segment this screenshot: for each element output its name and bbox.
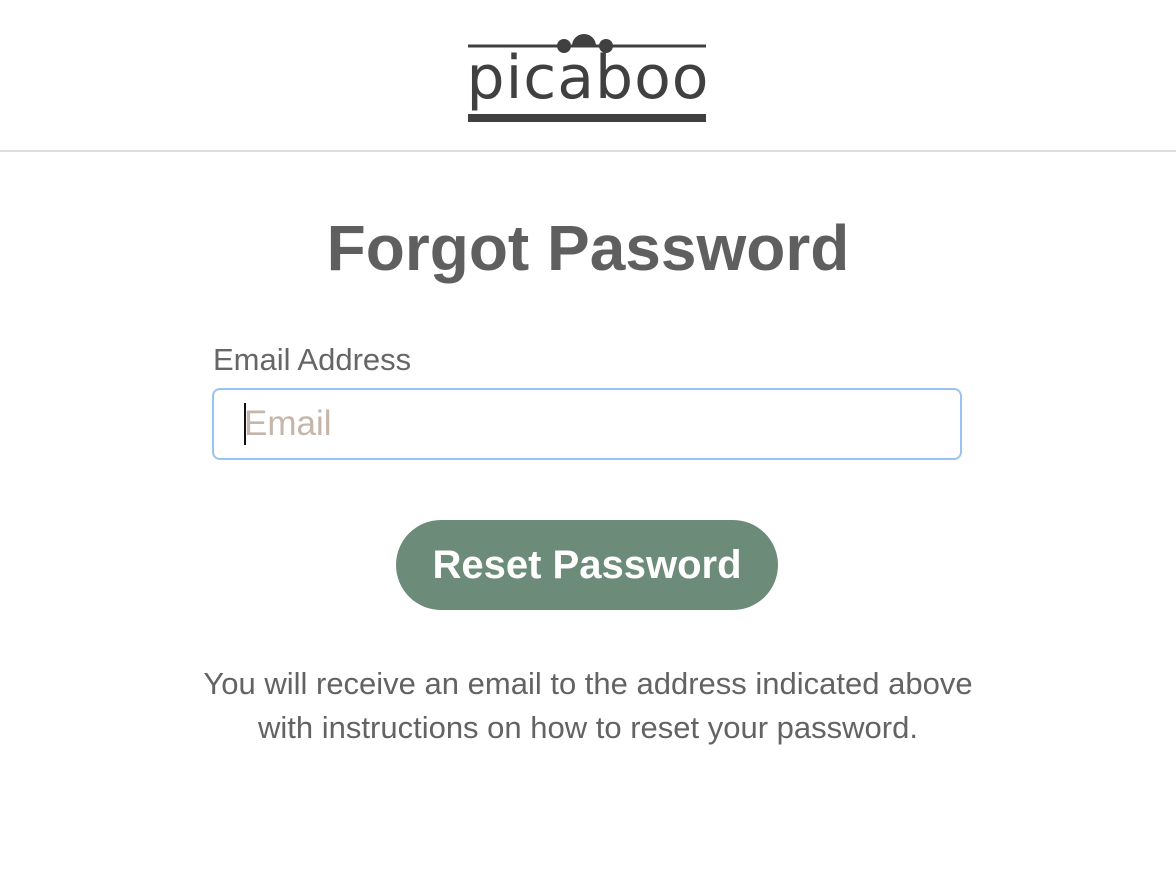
picaboo-logo[interactable]: picaboo (466, 26, 710, 128)
text-caret (244, 403, 246, 445)
logo-wordmark: picaboo (466, 43, 710, 113)
page-title: Forgot Password (326, 212, 850, 284)
email-input[interactable] (212, 388, 962, 460)
site-header: picaboo (0, 0, 1176, 152)
email-label: Email Address (213, 342, 412, 377)
instructions-text: You will receive an email to the address… (203, 666, 973, 745)
reset-password-button[interactable]: Reset Password (396, 520, 778, 610)
